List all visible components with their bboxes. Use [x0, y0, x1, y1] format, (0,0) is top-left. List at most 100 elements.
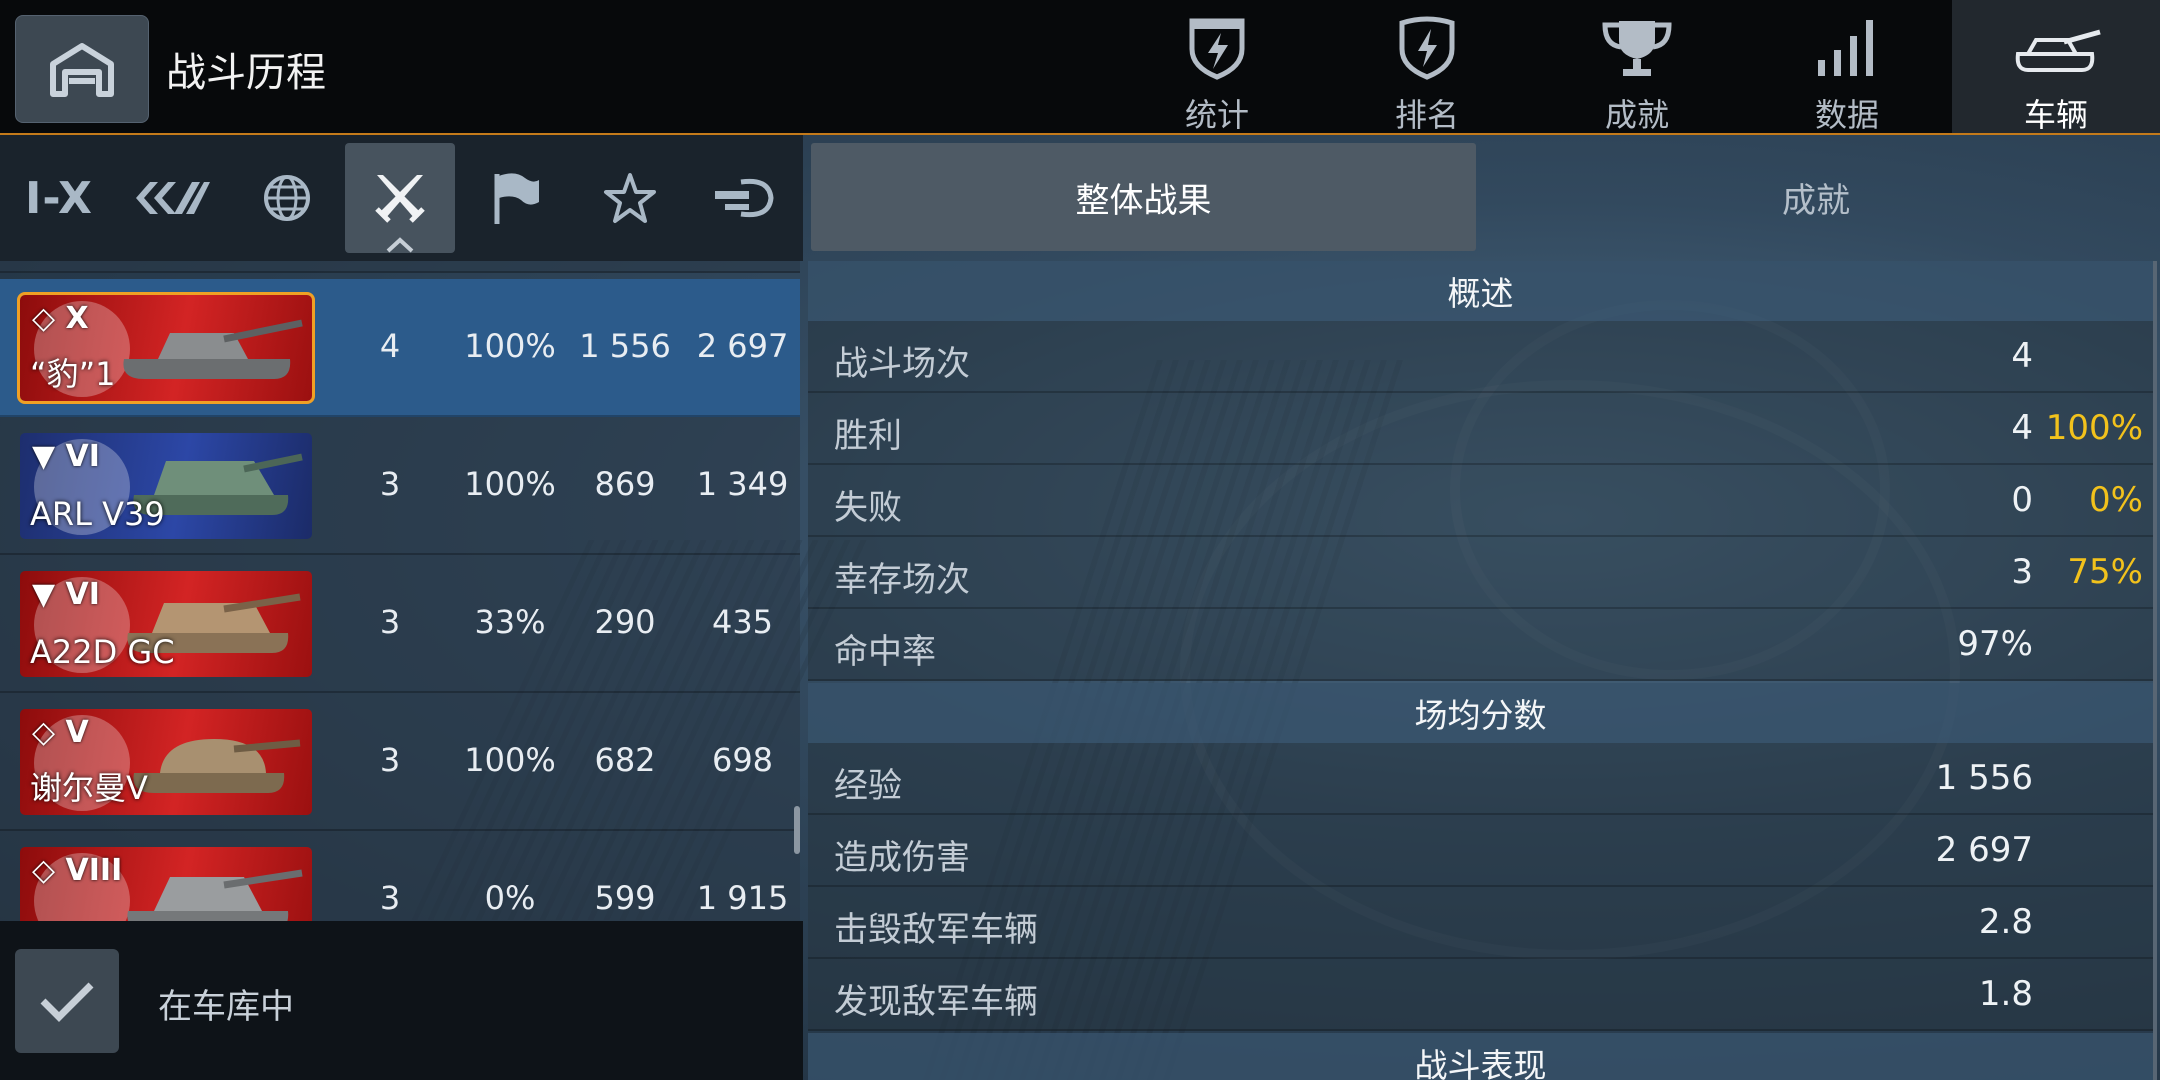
tank-icon — [127, 869, 303, 921]
vehicle-battles: 3 — [379, 603, 401, 641]
filter-vehicle-class[interactable] — [117, 143, 227, 253]
in-garage-checkbox[interactable] — [15, 949, 119, 1053]
tank-gun-icon — [715, 178, 774, 218]
vehicle-name: A22D GC — [30, 633, 175, 671]
tab-vehicles[interactable]: 车辆 — [1952, 0, 2160, 134]
vehicle-class-icon — [136, 182, 210, 214]
vehicle-avg-damage: 698 — [711, 741, 774, 779]
stat-label: 命中率 — [834, 632, 936, 672]
section-header-overview: 概述 — [808, 261, 2153, 321]
stat-label: 经验 — [834, 766, 902, 806]
vehicle-class-icon: ◇ — [32, 301, 56, 336]
stats-scrollbar[interactable] — [2153, 261, 2157, 1080]
stat-value: 4 — [2011, 408, 2033, 448]
shield-icon — [1399, 16, 1455, 80]
list-scrollbar[interactable] — [794, 806, 800, 854]
vehicle-tier: X — [65, 301, 89, 336]
vehicle-card: ◇ VIII — [20, 847, 312, 921]
tab-statistics-label: 统计 — [1184, 96, 1249, 134]
tab-achievements-label: 成就 — [1604, 96, 1669, 134]
tab-data[interactable]: 数据 — [1742, 0, 1952, 134]
vehicle-tier: VIII — [65, 853, 123, 888]
stat-row: 幸存场次 3 75% — [808, 537, 2153, 609]
stat-row: 失败 0 0% — [808, 465, 2153, 537]
stat-label: 击毁敌军车辆 — [834, 910, 1038, 950]
filter-nation[interactable] — [232, 143, 342, 253]
filter-tiers-label: I-X — [25, 172, 93, 224]
vehicle-card: ▼ VI A22D GC — [20, 571, 312, 677]
stat-value: 2 697 — [1935, 830, 2033, 870]
vehicle-battles: 3 — [379, 465, 401, 503]
filter-battle-mode[interactable] — [345, 143, 455, 253]
stat-percent: 100% — [2045, 408, 2143, 448]
list-item[interactable]: ◇ V 谢尔曼V 3 100% 682 698 — [0, 693, 800, 831]
filter-game-mode[interactable] — [460, 143, 570, 253]
star-icon — [604, 173, 656, 223]
trophy-icon — [1602, 21, 1672, 76]
stat-label: 失败 — [834, 488, 902, 528]
garage-filter: 在车库中 — [0, 921, 803, 1080]
vehicle-tier: VI — [65, 577, 100, 612]
vehicle-battles: 4 — [379, 327, 401, 365]
tab-statistics[interactable]: 统计 — [1112, 0, 1322, 134]
stat-row: 胜利 4 100% — [808, 393, 2153, 465]
tab-achievements[interactable]: 成就 — [1532, 0, 1742, 134]
stat-value: 1.8 — [1978, 974, 2033, 1014]
list-item[interactable]: ◇ VIII 3 0% 599 1 915 — [0, 831, 800, 921]
vehicle-battles: 3 — [379, 741, 401, 779]
stat-value: 0 — [2011, 480, 2033, 520]
list-item[interactable]: ▼ VI ARL V39 3 100% 869 1 349 — [0, 417, 800, 555]
vehicle-win-rate: 100% — [464, 465, 556, 503]
vehicle-filter-bar: I-X — [0, 135, 803, 261]
vehicle-tier: V — [65, 715, 89, 750]
vehicle-battles: 3 — [379, 879, 401, 917]
list-item[interactable]: ▼ VI A22D GC 3 33% 290 435 — [0, 555, 800, 693]
stat-label: 发现敌军车辆 — [834, 982, 1038, 1022]
stat-value: 1 556 — [1935, 758, 2033, 798]
stat-label: 造成伤害 — [834, 838, 970, 878]
shield-bolt-icon — [1189, 18, 1245, 80]
list-item[interactable] — [0, 261, 800, 273]
filter-tiers[interactable]: I-X — [4, 143, 114, 253]
vehicle-win-rate: 33% — [474, 603, 546, 641]
in-garage-label: 在车库中 — [158, 987, 294, 1027]
globe-icon — [264, 175, 310, 221]
stat-label: 战斗场次 — [834, 344, 970, 384]
tab-vehicles-label: 车辆 — [2023, 96, 2088, 134]
vehicle-name: “豹”1 — [30, 355, 116, 393]
list-item[interactable]: ◇ X “豹”1 4 100% 1 556 2 697 — [0, 279, 800, 417]
stats-panel: 概述 战斗场次 4 胜利 4 100% 失败 0 0% 幸存场次 3 75% 命… — [808, 261, 2158, 1080]
filter-equipment[interactable] — [689, 143, 799, 253]
section-header-averages: 场均分数 — [808, 683, 2153, 743]
vehicle-list[interactable]: ◇ X “豹”1 4 100% 1 556 2 697 ▼ VI ARL V39… — [0, 261, 803, 921]
stat-percent: 75% — [2067, 552, 2143, 592]
vehicle-class-icon: ◇ — [32, 853, 56, 888]
tank-icon — [123, 319, 303, 379]
stat-label: 胜利 — [834, 416, 902, 456]
vehicle-name: 谢尔曼V — [30, 769, 148, 807]
vehicle-win-rate: 100% — [464, 741, 556, 779]
vehicle-avg-xp: 599 — [594, 879, 656, 917]
vehicle-win-rate: 0% — [484, 879, 536, 917]
vehicle-avg-xp: 869 — [594, 465, 656, 503]
chevron-up-icon — [386, 237, 414, 253]
garage-icon — [50, 43, 114, 97]
stat-value: 4 — [2011, 336, 2033, 376]
garage-home-button[interactable] — [15, 15, 149, 123]
stat-row: 击毁敌军车辆 2.8 — [808, 887, 2153, 959]
filter-premium[interactable] — [575, 143, 685, 253]
checkmark-icon — [40, 982, 94, 1022]
tab-rankings[interactable]: 排名 — [1322, 0, 1532, 134]
bar-chart-icon — [1818, 20, 1873, 76]
tab-vehicle-achievements[interactable]: 成就 — [1476, 143, 2156, 251]
vehicle-card: ◇ V 谢尔曼V — [20, 709, 312, 815]
vehicle-card: ▼ VI ARL V39 — [20, 433, 312, 539]
stat-row: 造成伤害 2 697 — [808, 815, 2153, 887]
vehicle-avg-damage: 2 697 — [696, 327, 789, 365]
tab-overall-results[interactable]: 整体战果 — [811, 143, 1476, 251]
vehicle-avg-damage: 1 915 — [696, 879, 789, 917]
page-title: 战斗历程 — [166, 50, 326, 96]
top-bar: 战斗历程 统计 排名 成就 数据 车辆 — [0, 0, 2160, 135]
tank-icon — [2015, 29, 2101, 72]
vehicle-avg-xp: 290 — [594, 603, 656, 641]
